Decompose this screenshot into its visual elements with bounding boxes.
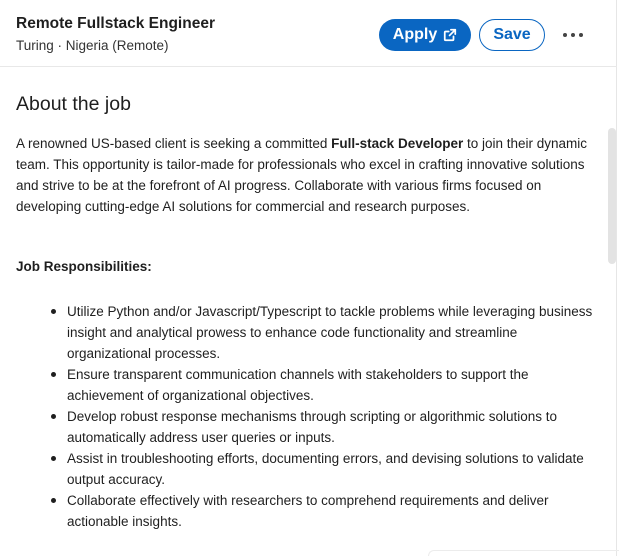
bullet-icon <box>51 456 56 461</box>
apply-button-label: Apply <box>392 26 438 43</box>
save-button-label: Save <box>493 26 531 43</box>
bullet-icon <box>51 414 56 419</box>
list-item-text: Utilize Python and/or Javascript/Typescr… <box>67 304 593 361</box>
job-title[interactable]: Remote Fullstack Engineer <box>16 15 215 33</box>
job-intro-paragraph: A renowned US-based client is seeking a … <box>16 133 596 217</box>
scrollbar-thumb[interactable] <box>608 128 616 264</box>
more-horizontal-icon <box>563 33 567 37</box>
bullet-icon <box>51 309 56 314</box>
intro-role-highlight: Full-stack Developer <box>331 136 464 151</box>
job-header: Remote Fullstack Engineer Turing · Niger… <box>0 0 617 67</box>
overlay-panel-edge <box>428 550 619 556</box>
apply-button[interactable]: Apply <box>379 19 471 51</box>
job-details-panel: Remote Fullstack Engineer Turing · Niger… <box>0 0 617 556</box>
list-item-text: Collaborate effectively with researchers… <box>67 493 549 529</box>
external-link-icon <box>444 28 457 42</box>
more-options-button[interactable] <box>555 20 591 50</box>
about-the-job-heading: About the job <box>16 93 131 115</box>
list-item: Collaborate effectively with researchers… <box>51 490 596 532</box>
list-item: Develop robust response mechanisms throu… <box>51 406 596 448</box>
responsibilities-list: Utilize Python and/or Javascript/Typescr… <box>16 301 596 532</box>
save-button[interactable]: Save <box>479 19 545 51</box>
company-location: Turing · Nigeria (Remote) <box>16 38 169 53</box>
list-item: Ensure transparent communication channel… <box>51 364 596 406</box>
bullet-icon <box>51 498 56 503</box>
intro-text-start: A renowned US-based client is seeking a … <box>16 136 332 151</box>
list-item: Assist in troubleshooting efforts, docum… <box>51 448 596 490</box>
list-item-text: Ensure transparent communication channel… <box>67 367 529 403</box>
list-item-text: Assist in troubleshooting efforts, docum… <box>67 451 584 487</box>
bullet-icon <box>51 372 56 377</box>
list-item-text: Develop robust response mechanisms throu… <box>67 409 557 445</box>
responsibilities-heading: Job Responsibilities: <box>16 259 152 274</box>
list-item: Utilize Python and/or Javascript/Typescr… <box>51 301 596 364</box>
